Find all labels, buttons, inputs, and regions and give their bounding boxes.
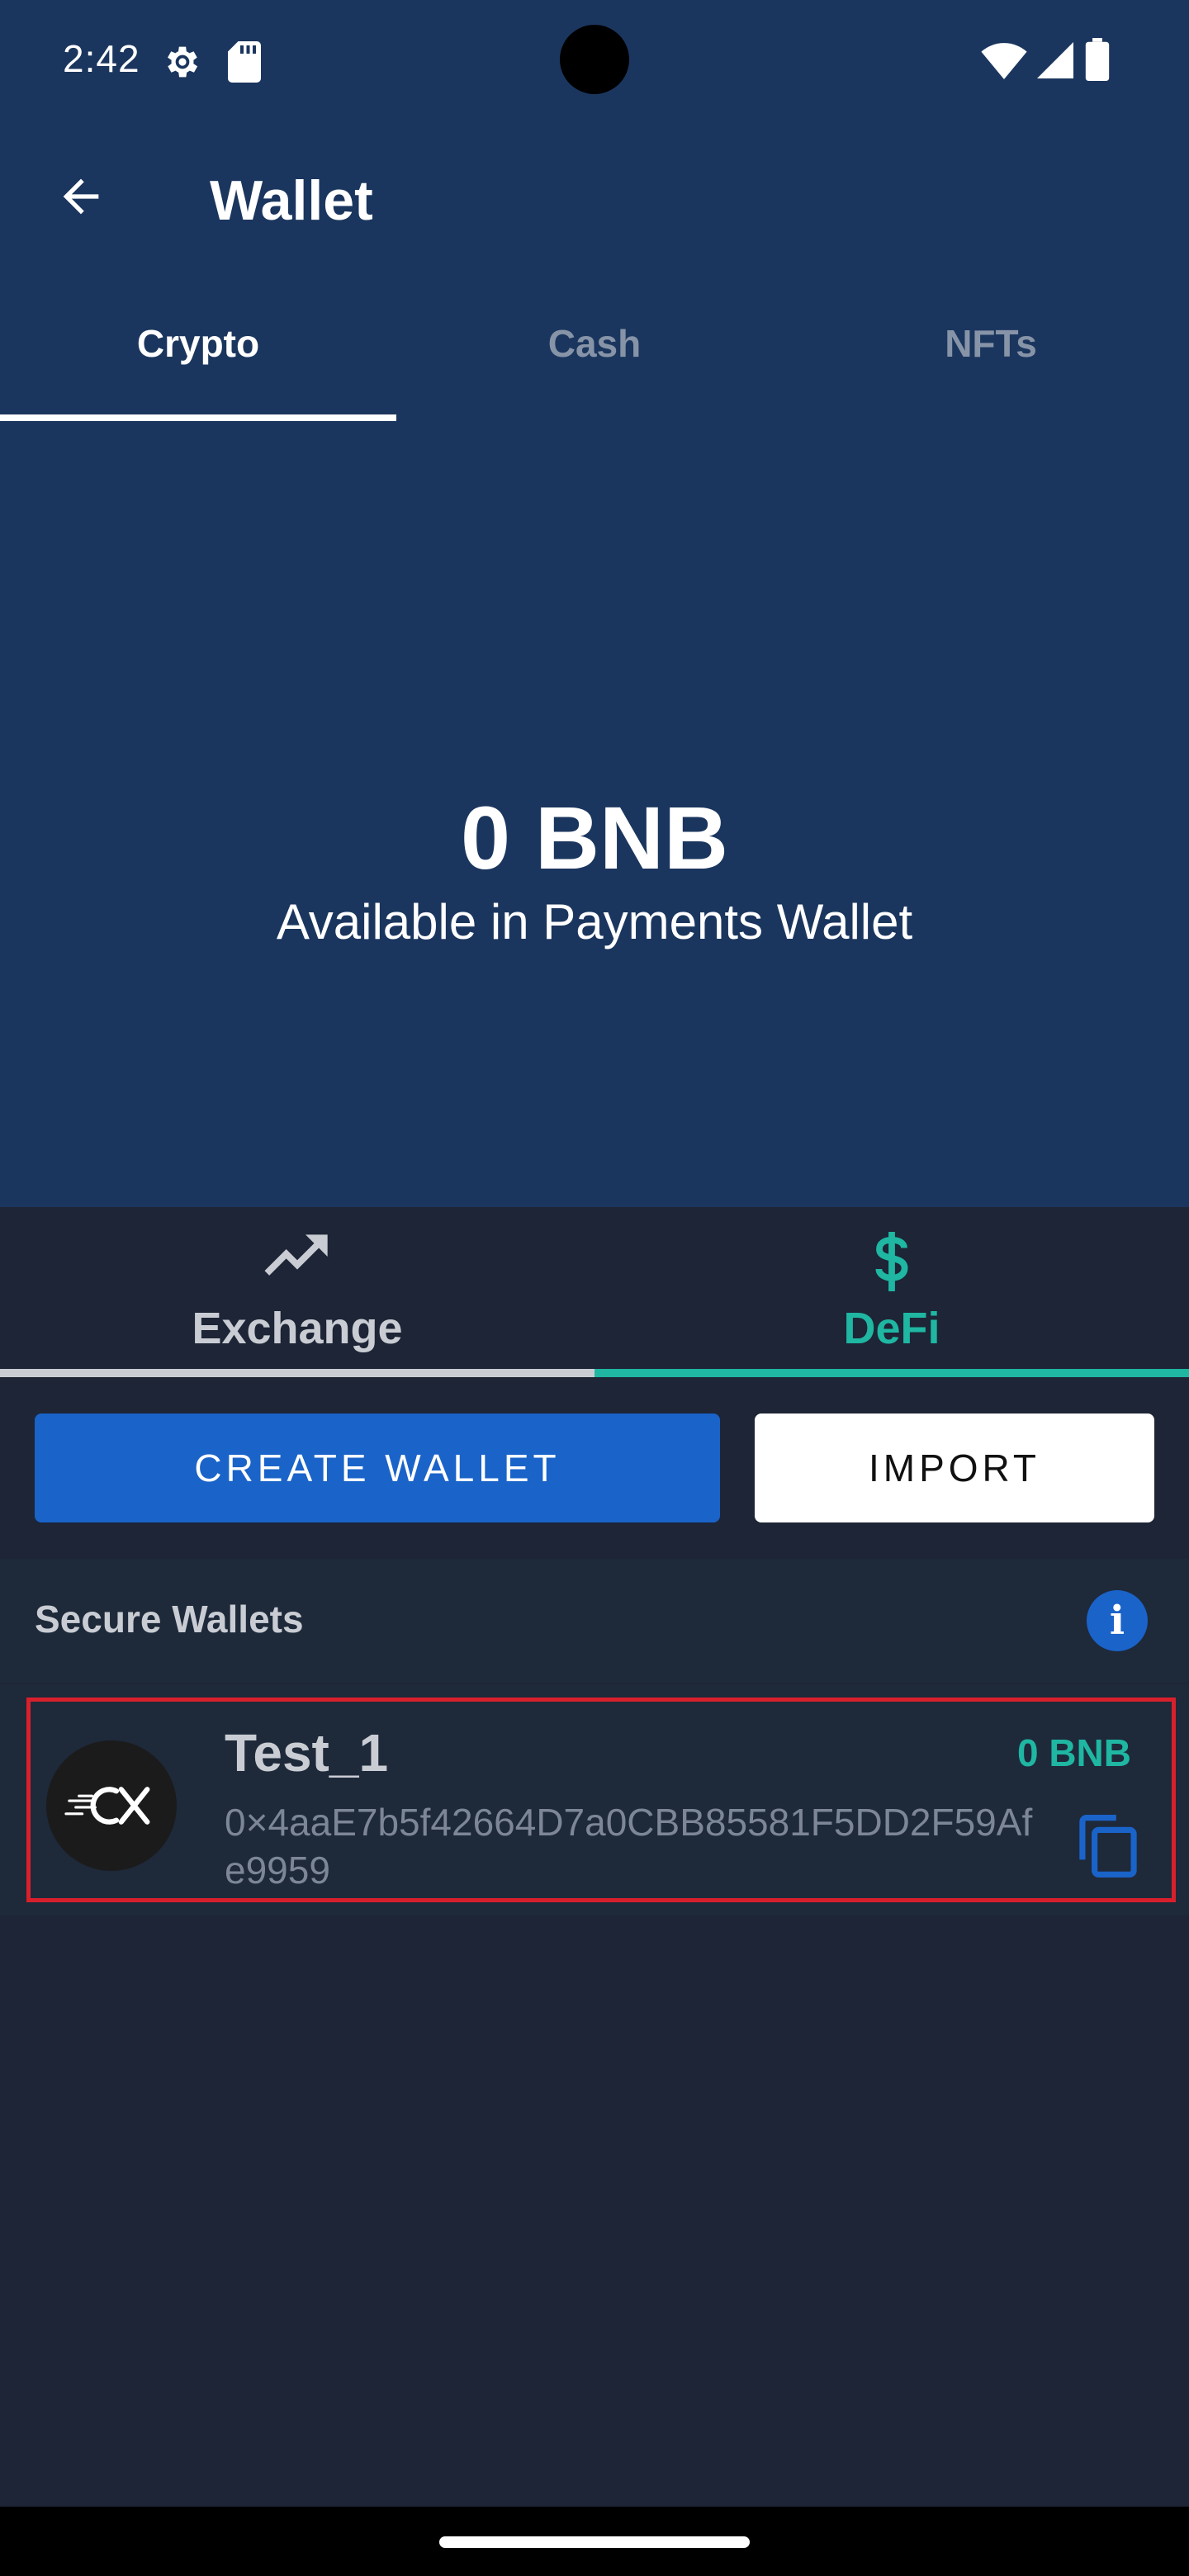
settings-gear-icon [168,46,198,78]
import-button[interactable]: IMPORT [755,1413,1154,1522]
segment-exchange[interactable]: Exchange [0,1207,594,1377]
page-title: Wallet [210,169,373,232]
segment-defi-label: DeFi [843,1304,940,1353]
balance-caption: Available in Payments Wallet [276,894,913,949]
wallet-address: 0×4aaE7b5f42664D7a0CBB85581F5DD2F59Afe99… [225,1801,1033,1892]
cx-logo-icon [64,1787,150,1825]
create-wallet-button[interactable]: CREATE WALLET [35,1413,720,1522]
camera-cutout [560,25,629,94]
segment-exchange-label: Exchange [192,1304,403,1353]
wallet-list-item[interactable]: Test_1 0 BNB 0×4aaE7b5f42664D7a0CBB85581… [0,1684,1189,1915]
cell-signal-icon [1037,42,1073,78]
balance-amount: 0 BNB [460,788,729,888]
trending-up-icon [264,1234,328,1276]
segment-underline-defi [594,1369,1189,1377]
tab-cash[interactable]: Cash [396,282,793,421]
wallet-balance: 0 BNB [1016,1731,1131,1774]
segment-defi[interactable]: DeFi [594,1207,1189,1377]
status-time: 2:42 [63,37,140,80]
arrow-left-icon [63,178,99,215]
wifi-icon [981,43,1027,79]
home-handle[interactable] [439,2536,750,2548]
header-area: 2:42 Wallet Crypto Cash NFTs 0 BNB Avail… [0,0,1189,1207]
tab-crypto[interactable]: Crypto [0,282,396,421]
wallet-tabs: Crypto Cash NFTs [0,282,1189,421]
dollar-sign-icon [875,1232,908,1291]
tab-nfts[interactable]: NFTs [793,282,1189,421]
tab-indicator [0,414,396,421]
wallet-name: Test_1 [225,1723,389,1783]
segment-selector: Exchange DeFi [0,1207,1189,1377]
system-nav-bar [0,2507,1189,2576]
balance-summary: 0 BNB Available in Payments Wallet [0,784,1189,950]
status-bar: 2:42 [0,0,1189,121]
section-title: Secure Wallets [35,1598,304,1641]
segment-underline-exchange [0,1369,594,1377]
wallet-screen: 2:42 Wallet Crypto Cash NFTs 0 BNB Avail… [0,0,1189,2576]
copy-icon[interactable] [1078,1813,1138,1879]
app-bar: Wallet [0,121,1189,282]
sd-card-icon [228,41,261,83]
wallet-logo [46,1740,177,1871]
info-icon[interactable]: i [1087,1590,1148,1651]
battery-icon [1085,38,1110,81]
back-button[interactable] [41,157,121,236]
secure-wallets-header: Secure Wallets i [0,1559,1189,1683]
